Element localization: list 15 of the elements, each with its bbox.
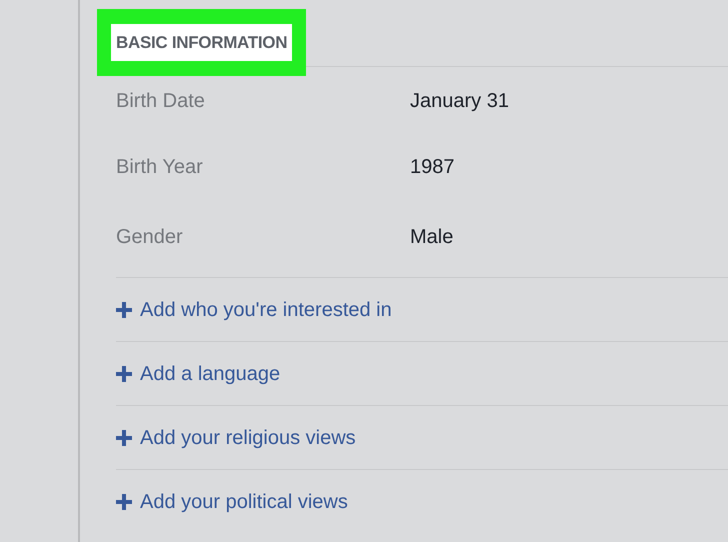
- add-link[interactable]: Add a language: [116, 358, 280, 388]
- field-label: Gender: [116, 225, 184, 250]
- field-label: Birth Date: [116, 89, 206, 114]
- field-value: Male: [410, 225, 454, 250]
- section-title: BASIC INFORMATION: [111, 24, 292, 61]
- field-value: January 31: [410, 89, 509, 114]
- plus-icon: [116, 302, 132, 318]
- plus-icon: [116, 430, 132, 446]
- add-link[interactable]: Add your religious views: [116, 422, 356, 452]
- field-value: 1987: [410, 155, 454, 180]
- add-link[interactable]: Add your political views: [116, 486, 348, 516]
- field-label: Birth Year: [116, 155, 204, 180]
- plus-icon: [116, 366, 132, 382]
- add-link[interactable]: Add who you're interested in: [116, 294, 392, 324]
- plus-icon: [116, 494, 132, 510]
